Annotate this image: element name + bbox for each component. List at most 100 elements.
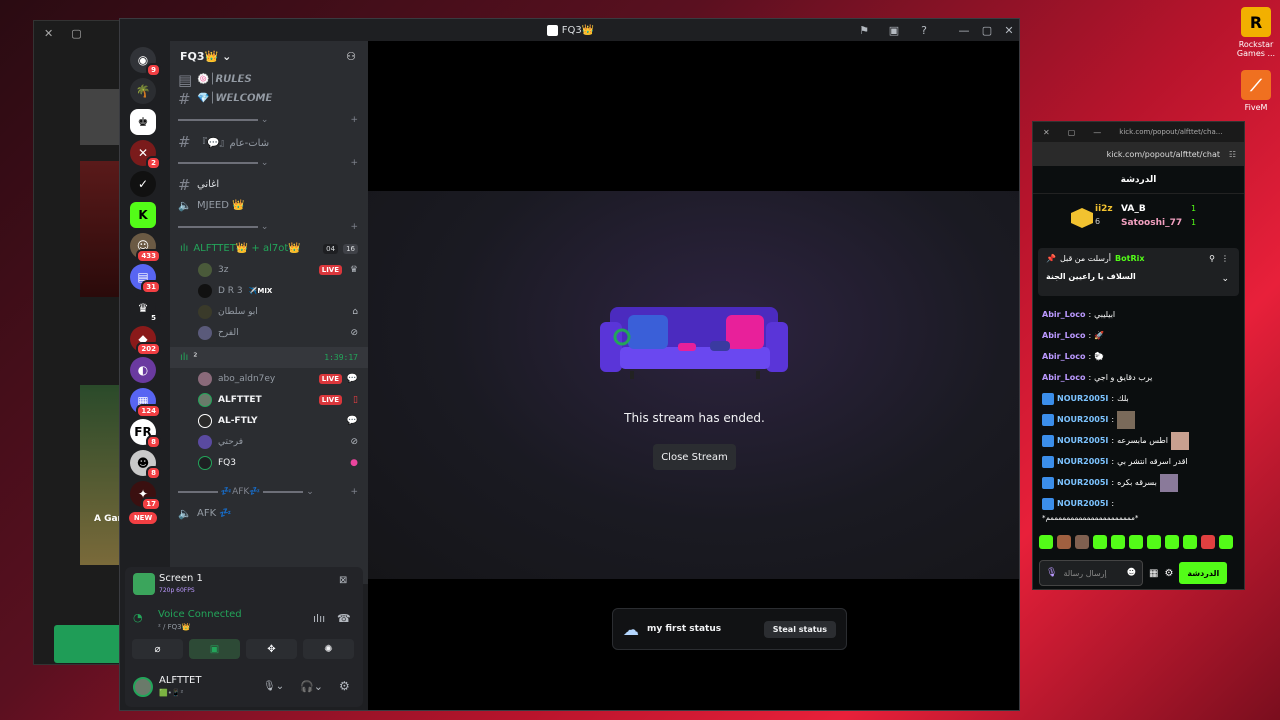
close-stream-button[interactable]: Close Stream	[653, 444, 736, 470]
chat-message[interactable]: NOUR2005I: بلك	[1033, 388, 1244, 409]
desktop-shortcut-rockstar[interactable]: R Rockstar Games ...	[1236, 7, 1276, 58]
chat-input[interactable]: 🎙 إرسال رسالة ☻	[1039, 560, 1143, 586]
noise-suppression-icon[interactable]: ılıı	[313, 612, 325, 625]
emoji-icon[interactable]: ☻	[1127, 568, 1136, 578]
avatar[interactable]	[133, 677, 153, 697]
voice-member[interactable]: FQ3 ●	[170, 452, 368, 473]
close-icon[interactable]: ✕	[1000, 19, 1018, 41]
stop-stream-icon[interactable]: ⊠	[339, 575, 347, 586]
headphones-icon[interactable]: 🎧⌄	[300, 680, 323, 693]
add-channel-icon[interactable]: +	[350, 222, 358, 232]
emote-icon[interactable]	[1111, 535, 1125, 549]
emote-icon[interactable]	[1093, 535, 1107, 549]
camera-off-button[interactable]: ⌀	[132, 639, 183, 659]
more-icon[interactable]: ⋮	[1221, 254, 1229, 263]
server-icon[interactable]: ♚	[130, 109, 156, 135]
server-icon[interactable]: ✦ 17	[130, 481, 161, 511]
inbox-icon[interactable]: ▣	[885, 19, 903, 41]
channel-songs[interactable]: # اغاني	[170, 174, 368, 195]
voice-channel-mjeed[interactable]: 🔈 MJEED 👑	[170, 195, 368, 216]
url-bar[interactable]: kick.com/popout/alfttet/chat ☷	[1033, 142, 1244, 166]
channel-general-chat[interactable]: # 『💬』شات-عام	[170, 131, 368, 152]
voice-member[interactable]: فرحتي ⊘	[170, 431, 368, 452]
steal-status-button[interactable]: Steal status	[763, 620, 836, 638]
server-icon[interactable]: ▦ 124	[130, 388, 161, 418]
close-icon[interactable]: ✕	[44, 27, 53, 40]
emote-icon[interactable]	[1165, 535, 1179, 549]
emote-icon[interactable]	[1183, 535, 1197, 549]
voice-member[interactable]: 3z LIVE ♛	[170, 259, 368, 280]
channel-welcome[interactable]: # 💎│𝙒𝙀𝙇𝘾𝙊𝙈𝙀	[170, 88, 368, 109]
activities-button[interactable]: ✥	[246, 639, 297, 659]
unpin-icon[interactable]: ⚲	[1209, 254, 1215, 263]
chevron-down-icon[interactable]: ⌄	[1221, 274, 1229, 284]
server-icon[interactable]: ♛ 5	[130, 295, 161, 325]
emote-icon[interactable]	[1147, 535, 1161, 549]
microphone-icon[interactable]: 🎙⌄	[263, 681, 284, 692]
voice-status[interactable]: Voice Connected	[158, 609, 242, 620]
server-icon[interactable]: ✓	[130, 171, 156, 197]
chat-message[interactable]: Abir_Loco: 🚀	[1033, 325, 1244, 346]
invite-people-icon[interactable]: ⚇	[346, 50, 356, 63]
settings-gear-icon[interactable]: ⚙	[339, 679, 350, 693]
minimize-icon[interactable]: —	[955, 19, 973, 41]
server-icon[interactable]: ▤ 31	[130, 264, 161, 294]
emote-icon[interactable]	[1129, 535, 1143, 549]
screen-share-button[interactable]: ▣	[189, 639, 240, 659]
voice-member[interactable]: الفرح ⊘	[170, 322, 368, 343]
disconnect-icon[interactable]: ☎	[337, 612, 351, 625]
voice-channel-current[interactable]: ılı ² 1:39:17	[170, 347, 368, 368]
chat-message[interactable]: NOUR2005I:	[1033, 409, 1244, 430]
voice-channel-main[interactable]: ılı ALFTTET👑 + al7ot👑 04 16	[170, 238, 368, 259]
signal-icon[interactable]: ◔	[133, 611, 143, 624]
chat-message[interactable]: Abir_Loco: يرب دقايق و اجي	[1033, 367, 1244, 388]
voice-member[interactable]: ALFTTET LIVE ▯	[170, 389, 368, 410]
username[interactable]: ALFTTET	[159, 675, 201, 686]
store-icon[interactable]: ▦	[1149, 568, 1158, 579]
flag-icon[interactable]: ⚑	[855, 19, 873, 41]
voice-member[interactable]: AL-FTLY 💬	[170, 410, 368, 431]
pinned-message[interactable]: 📌 أرسلت من قبل BotRix السلاف يا راعيين ا…	[1038, 248, 1239, 296]
add-channel-icon[interactable]: +	[350, 158, 358, 168]
minimize-icon[interactable]: —	[1093, 128, 1101, 137]
add-channel-icon[interactable]: +	[350, 115, 358, 125]
emote-icon[interactable]	[1219, 535, 1233, 549]
voice-location[interactable]: ² / FQ3👑	[158, 623, 190, 631]
microphone-icon[interactable]: 🎙	[1046, 568, 1057, 578]
settings-slider-icon[interactable]: ☷	[1229, 150, 1236, 159]
voice-member[interactable]: abo_aldn7ey LIVE 💬	[170, 368, 368, 389]
new-badge[interactable]: NEW	[128, 511, 158, 524]
home-icon[interactable]: ◉ 9	[130, 47, 161, 77]
send-chat-button[interactable]: الدردشة	[1179, 562, 1228, 584]
maximize-icon[interactable]: ▢	[978, 19, 996, 41]
server-icon[interactable]: FR 8	[130, 419, 161, 449]
category-divider[interactable]: ⌄ +	[170, 152, 368, 174]
close-icon[interactable]: ✕	[1043, 128, 1050, 137]
emote-icon[interactable]	[1057, 535, 1071, 549]
help-icon[interactable]: ?	[915, 19, 933, 41]
chat-message[interactable]: NOUR2005I: اقدر اسرقه انتشر بي	[1033, 451, 1244, 472]
maximize-icon[interactable]: ▢	[71, 27, 81, 40]
chat-message[interactable]: NOUR2005I: اطس مابسرعه	[1033, 430, 1244, 451]
maximize-icon[interactable]: ▢	[1068, 128, 1076, 137]
chat-message[interactable]: NOUR2005I:	[1033, 493, 1244, 514]
server-icon[interactable]: ◐	[130, 357, 156, 383]
kick-server-icon[interactable]: K	[130, 202, 156, 228]
settings-gear-icon[interactable]: ⚙	[1164, 568, 1173, 579]
server-icon[interactable]: ☻ 8	[130, 450, 161, 480]
voice-member[interactable]: ابو سلطان ⌂	[170, 301, 368, 322]
emote-icon[interactable]	[1201, 535, 1215, 549]
emote-icon[interactable]	[1075, 535, 1089, 549]
category-divider[interactable]: ⌄ +	[170, 216, 368, 238]
server-icon[interactable]: ✕ 2	[130, 140, 161, 170]
server-icon[interactable]: ☺ 433	[130, 233, 161, 263]
category-divider[interactable]: ⌄ +	[170, 109, 368, 131]
server-header[interactable]: FQ3👑 ⌄ ⚇	[170, 41, 368, 71]
server-icon[interactable]: 🌴	[130, 78, 156, 104]
desktop-shortcut-fivem[interactable]: ⟋ FiveM	[1236, 70, 1276, 112]
channel-rules[interactable]: ▤ 🍥│𝙍𝙐𝙇𝙀𝙎	[170, 71, 368, 89]
green-action-button[interactable]	[54, 625, 124, 663]
emote-icon[interactable]	[1039, 535, 1053, 549]
chat-message[interactable]: Abir_Loco: 🐑	[1033, 346, 1244, 367]
add-channel-icon[interactable]: +	[350, 487, 358, 497]
